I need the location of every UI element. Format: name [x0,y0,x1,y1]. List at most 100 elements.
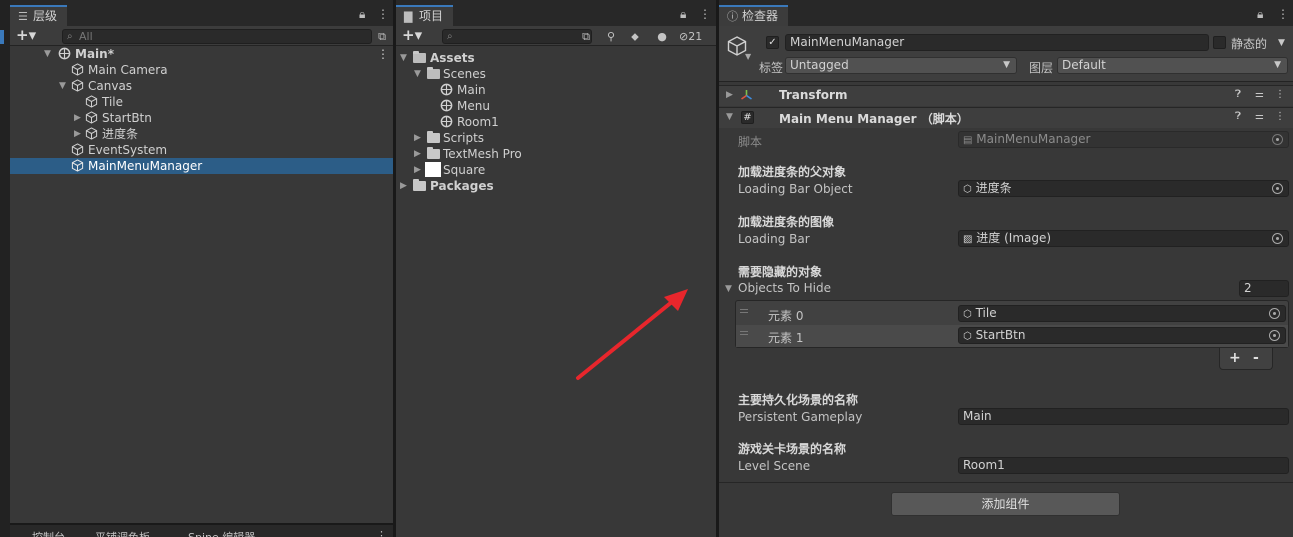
collapse-arrow-icon[interactable]: ▶ [414,162,421,178]
collapse-arrow-icon[interactable]: ▶ [726,90,733,100]
tab-hierarchy[interactable]: ☰ 层级 [10,5,68,26]
add-component-button[interactable]: 添加组件 [891,492,1120,516]
tab-console[interactable]: 控制台 [32,529,65,537]
more-menu-icon[interactable]: ⋮ [1275,111,1285,122]
expand-arrow-icon[interactable]: ▼ [725,284,732,294]
tree-item-startbtn[interactable]: ▶ StartBtn [10,110,393,126]
object-picker-icon[interactable] [1269,308,1280,319]
element-field[interactable]: ⬡ Tile [958,305,1286,322]
object-picker-icon[interactable] [1269,330,1280,341]
persistent-gameplay-field[interactable]: Main [958,408,1289,425]
project-item-square[interactable]: ▶ Square [396,162,716,178]
list-item[interactable]: 元素 1 ⬡ StartBtn [736,325,1288,347]
drag-handle-icon[interactable] [740,309,748,313]
collapse-arrow-icon[interactable]: ▶ [74,110,81,126]
project-item-assets[interactable]: ▼ Assets [396,50,716,66]
collapse-arrow-icon[interactable]: ▶ [74,126,81,142]
expand-arrow-icon[interactable]: ▼ [414,66,421,82]
folder-icon [413,179,426,191]
more-menu-icon[interactable]: ⋮ [1275,89,1285,100]
tree-item-scene[interactable]: ▼ Main* ⋮ [10,46,393,62]
search-by-label-icon[interactable]: ⚲ [603,29,619,44]
icon-dropdown-caret[interactable]: ▼ [745,52,751,61]
project-item-label: Room1 [457,115,499,129]
tree-item-mainmenumanager[interactable]: MainMenuManager [10,158,393,174]
objects-to-hide-size-field[interactable]: 2 [1239,280,1289,297]
tree-item-loading-bar[interactable]: ▶ 进度条 [10,126,393,142]
expand-arrow-icon[interactable]: ▼ [400,50,407,66]
presets-icon[interactable]: ⚌ [1255,111,1264,122]
scene-more-icon[interactable]: ⋮ [377,46,389,62]
project-item-scene-menu[interactable]: Menu [396,98,716,114]
static-dropdown-caret[interactable]: ▼ [1278,38,1285,48]
tree-item-label: 进度条 [102,127,139,141]
hidden-packages-icon[interactable]: ⊘21 [679,29,711,44]
transform-component-header[interactable]: ▶ Transform ❓︎ ⚌ ⋮ [719,85,1293,106]
create-button[interactable]: +▾ [402,26,422,44]
project-item-scene-room1[interactable]: Room1 [396,114,716,130]
lock-icon[interactable]: 🔒︎ [359,7,365,22]
script-component-header[interactable]: ▼ # Main Menu Manager （脚本） ❓︎ ⚌ ⋮ [719,107,1293,128]
lock-icon[interactable]: 🔒︎ [1257,7,1263,22]
more-menu-icon[interactable]: ⋮ [1277,7,1289,21]
object-picker-icon[interactable] [1272,183,1283,194]
left-edge-strip [0,0,10,537]
level-scene-field[interactable]: Room1 [958,457,1289,474]
component-enabled-checkbox[interactable]: # [741,111,754,124]
collapse-arrow-icon[interactable]: ▶ [414,146,421,162]
project-item-textmeshpro[interactable]: ▶ TextMesh Pro [396,146,716,162]
loading-bar-field[interactable]: ▨ 进度 (Image) [958,230,1289,247]
list-item[interactable]: 元素 0 ⬡ Tile [736,303,1288,325]
tab-spine-editor[interactable]: Spine 编辑器 [188,529,255,537]
static-checkbox[interactable] [1213,36,1226,49]
project-search-input[interactable]: ⌕ [442,29,592,44]
layer-dropdown[interactable]: Default ▼ [1057,57,1288,74]
tree-item-tile[interactable]: Tile [10,94,393,110]
collapse-arrow-icon[interactable]: ▶ [400,178,407,194]
tree-item-eventsystem[interactable]: EventSystem [10,142,393,158]
tab-inspector-label: 检查器 [742,9,779,23]
project-item-scripts[interactable]: ▶ Scripts [396,130,716,146]
project-item-label: Scripts [443,131,485,145]
tab-flat-palette[interactable]: 平铺调色板 [95,529,150,537]
object-picker-icon[interactable] [1272,233,1283,244]
folder-icon [427,67,440,79]
more-menu-icon[interactable]: ⋮ [699,7,711,21]
drag-handle-icon[interactable] [740,331,748,335]
project-item-scene-main[interactable]: Main [396,82,716,98]
project-item-packages[interactable]: ▶ Packages [396,178,716,194]
help-icon[interactable]: ❓︎ [1235,111,1241,122]
help-icon[interactable]: ❓︎ [1235,89,1241,100]
objects-to-hide-list: 元素 0 ⬡ Tile 元素 1 ⬡ StartBtn [735,300,1289,348]
gameobject-icon [85,95,98,108]
loading-bar-object-value: 进度条 [975,181,1012,195]
active-checkbox[interactable]: ✓ [766,36,779,49]
collapse-arrow-icon[interactable]: ▶ [414,130,421,146]
expand-arrow-icon[interactable]: ▼ [44,46,51,62]
tree-item-canvas[interactable]: ▼ Canvas [10,78,393,94]
search-by-type-icon[interactable]: ⧉ [578,29,594,44]
add-element-button[interactable]: + [1229,350,1241,366]
presets-icon[interactable]: ⚌ [1255,89,1264,100]
hierarchy-search-input[interactable]: ⌕ All [62,29,372,44]
folder-icon: ▇ [404,10,413,23]
element-field[interactable]: ⬡ StartBtn [958,327,1286,344]
tab-project[interactable]: ▇ 项目 [396,5,454,26]
folder-icon [427,147,440,159]
tab-inspector[interactable]: ⓘ 检查器 [719,5,789,26]
search-options-icon[interactable]: ⧉ [374,29,390,44]
more-menu-icon[interactable]: ⋮ [376,529,387,537]
tag-icon[interactable]: ⬥ [627,29,643,44]
loading-bar-object-field[interactable]: ⬡ 进度条 [958,180,1289,197]
create-button[interactable]: +▾ [16,26,36,44]
project-item-scenes[interactable]: ▼ Scenes [396,66,716,82]
remove-element-button[interactable]: - [1253,350,1259,366]
object-name-field[interactable]: MainMenuManager [785,34,1209,51]
expand-arrow-icon[interactable]: ▼ [59,78,66,94]
more-menu-icon[interactable]: ⋮ [377,7,389,21]
expand-arrow-icon[interactable]: ▼ [726,112,733,122]
warning-filter-icon[interactable]: ● [654,29,670,44]
lock-icon[interactable]: 🔒︎ [680,7,686,22]
tree-item-main-camera[interactable]: Main Camera [10,62,393,78]
tag-dropdown[interactable]: Untagged ▼ [785,57,1017,74]
